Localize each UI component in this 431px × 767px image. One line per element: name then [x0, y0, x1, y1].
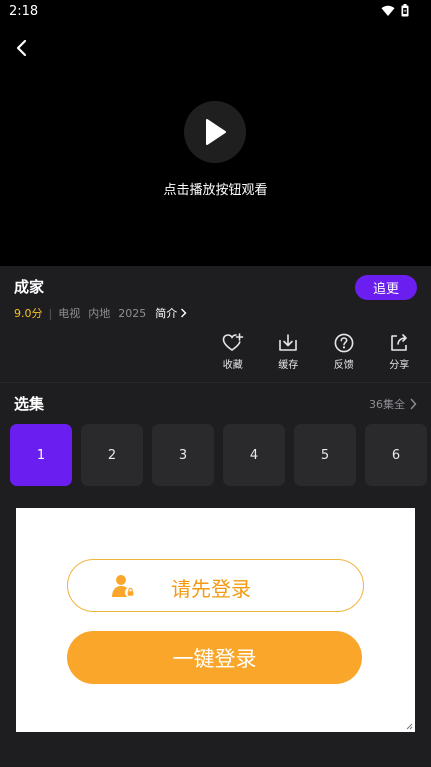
play-hint: 点击播放按钮观看 — [163, 183, 268, 198]
share-icon — [391, 334, 408, 351]
score: 9.0分 — [14, 307, 43, 320]
intro-link[interactable]: 简介 — [155, 305, 187, 321]
episode-1[interactable]: 1 — [10, 424, 72, 486]
chevron-right-icon — [181, 308, 187, 318]
tag-year: 2025 — [118, 306, 147, 320]
episode-list: 1 2 3 4 5 6 — [10, 424, 431, 487]
episode-5[interactable]: 5 — [294, 424, 356, 486]
resize-grip-icon — [406, 723, 413, 730]
login-prompt-button[interactable]: 请先登录 — [67, 559, 364, 612]
follow-button[interactable]: 追更 — [355, 275, 417, 300]
play-button[interactable] — [184, 101, 246, 163]
status-time: 2:18 — [9, 4, 39, 19]
favorite-label: 收藏 — [222, 360, 243, 371]
feedback-button[interactable]: 反馈 — [316, 333, 372, 373]
tag-region: 内地 — [88, 307, 111, 320]
question-icon — [334, 333, 354, 353]
wifi-icon — [381, 5, 395, 16]
info-panel: 成家 追更 9.0分 | 电视 内地 2025 简介 收藏 缓存 反馈 分享 选… — [0, 266, 431, 766]
episode-2[interactable]: 2 — [81, 424, 143, 486]
all-episodes-link[interactable]: 36集全 — [369, 396, 417, 412]
download-button[interactable]: 缓存 — [261, 333, 317, 373]
play-icon — [206, 119, 226, 145]
login-card: 请先登录 一键登录 — [16, 508, 415, 732]
chevron-left-icon — [16, 39, 27, 57]
show-meta: 9.0分 | 电视 内地 2025 简介 — [14, 305, 187, 321]
tag-type: 电视 — [58, 307, 81, 320]
one-key-login-button[interactable]: 一键登录 — [67, 631, 362, 684]
status-bar: 2:18 — [0, 0, 431, 26]
battery-icon — [401, 4, 409, 17]
login-prompt-label: 请先登录 — [171, 577, 251, 601]
intro-label: 简介 — [155, 307, 178, 320]
user-lock-icon — [112, 575, 136, 598]
video-player[interactable]: 点击播放按钮观看 — [0, 26, 431, 266]
action-bar: 收藏 缓存 反馈 分享 — [205, 333, 427, 373]
download-label: 缓存 — [278, 360, 299, 371]
all-episodes-label: 36集全 — [369, 398, 405, 411]
episode-4[interactable]: 4 — [223, 424, 285, 486]
favorite-button[interactable]: 收藏 — [205, 333, 261, 373]
back-button[interactable] — [10, 36, 34, 60]
download-icon — [279, 334, 298, 351]
episode-3[interactable]: 3 — [152, 424, 214, 486]
share-label: 分享 — [389, 360, 410, 371]
show-title: 成家 — [14, 278, 45, 296]
meta-separator: | — [48, 306, 53, 320]
share-button[interactable]: 分享 — [372, 333, 428, 373]
episodes-title: 选集 — [14, 395, 45, 413]
divider — [0, 382, 431, 383]
heart-plus-icon — [222, 333, 244, 351]
chevron-right-icon — [410, 398, 417, 410]
episode-6[interactable]: 6 — [365, 424, 427, 486]
feedback-label: 反馈 — [333, 360, 354, 371]
status-icons — [381, 4, 409, 17]
